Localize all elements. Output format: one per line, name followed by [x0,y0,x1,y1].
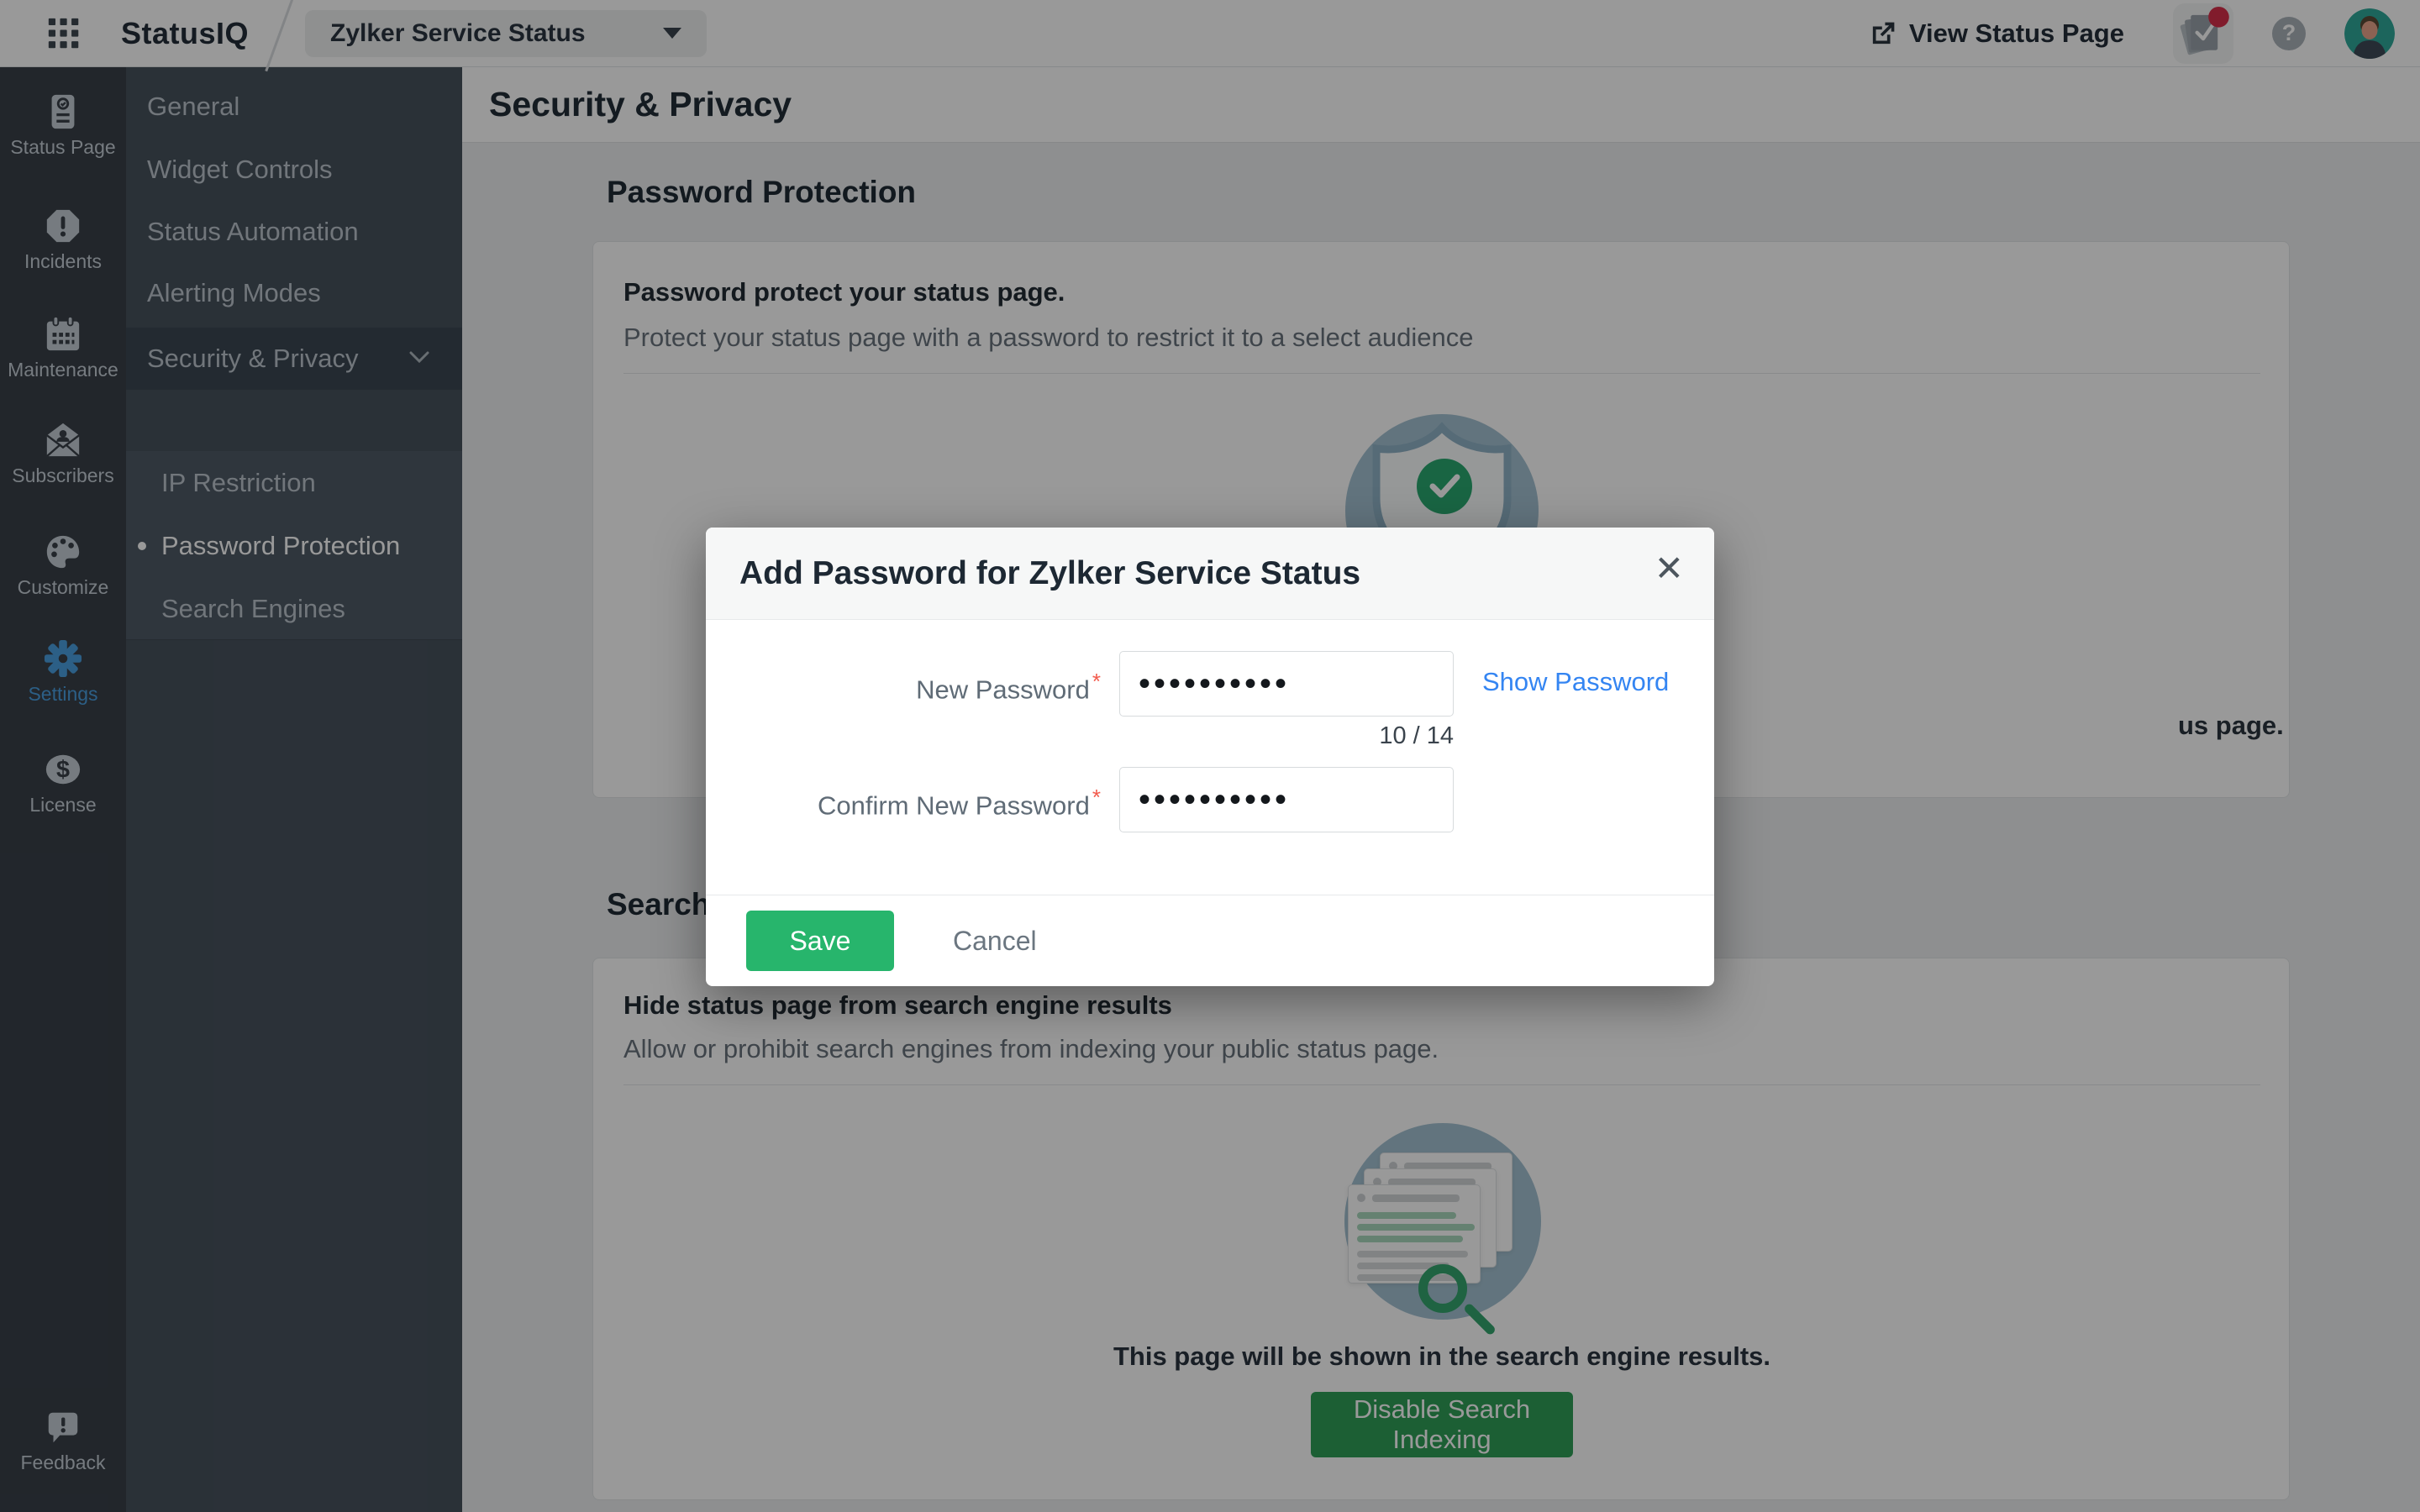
required-asterisk: * [1092,669,1101,694]
confirm-password-input[interactable] [1119,767,1454,832]
new-password-label: New Password* [706,669,1101,705]
close-icon[interactable]: ✕ [1655,551,1684,586]
confirm-password-label: Confirm New Password* [706,785,1101,821]
new-password-input[interactable] [1119,651,1454,717]
modal-header: Add Password for Zylker Service Status ✕ [706,528,1714,620]
modal-footer: Save Cancel [706,895,1714,986]
modal-title: Add Password for Zylker Service Status [739,555,1360,592]
statusiq-app: StatusIQ Zylker Service Status View Stat… [0,0,2420,1512]
password-length-counter: 10 / 14 [1119,722,1454,750]
save-button[interactable]: Save [746,911,894,971]
add-password-modal: Add Password for Zylker Service Status ✕… [706,528,1714,986]
required-asterisk: * [1092,785,1101,810]
cancel-button[interactable]: Cancel [953,926,1037,957]
show-password-link[interactable]: Show Password [1482,667,1669,697]
